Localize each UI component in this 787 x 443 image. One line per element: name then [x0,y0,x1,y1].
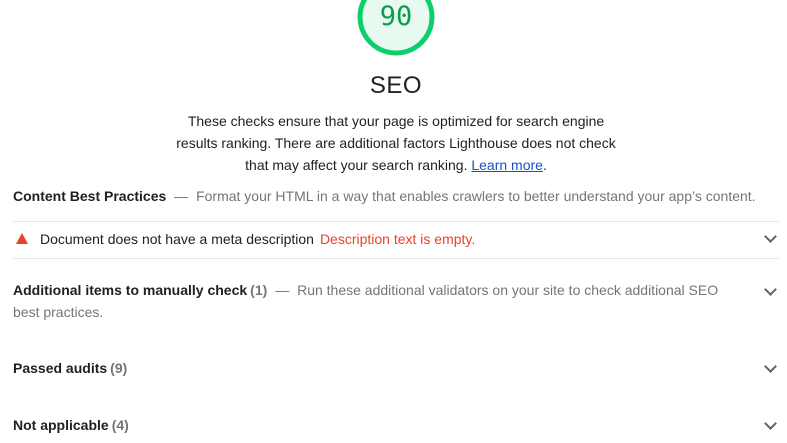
audit-title: Document does not have a meta descriptio… [40,231,475,247]
category-description: These checks ensure that your page is op… [166,110,626,176]
manual-checks-text: Additional items to manually check (1) — … [13,279,779,323]
content-best-practices-group: Content Best Practices — Format your HTM… [13,185,779,207]
group-separator: — [275,282,290,298]
group-title: Not applicable [13,417,109,433]
group-title: Additional items to manually check [13,282,248,298]
category-description-text: These checks ensure that your page is op… [176,113,616,173]
score-gauge: 90 [357,0,435,56]
learn-more-link[interactable]: Learn more [471,157,543,173]
audit-display-value: Description text is empty. [319,231,476,247]
chevron-down-icon[interactable] [764,360,777,373]
not-applicable-group[interactable]: Not applicable (4) [13,414,779,436]
group-separator: — [174,188,189,204]
group-title: Passed audits [13,360,108,376]
group-title: Content Best Practices [13,188,167,204]
group-count: (1) [250,282,268,298]
chevron-down-icon[interactable] [764,417,777,430]
learn-more-suffix: . [542,157,547,173]
group-count: (4) [111,417,129,433]
passed-audits-group[interactable]: Passed audits (9) [13,357,779,379]
manual-checks-group[interactable]: Additional items to manually check (1) — … [13,279,779,323]
chevron-down-icon[interactable] [764,230,777,243]
group-description: Format your HTML in a way that enables c… [196,188,756,204]
score-value: 90 [379,1,413,32]
group-count: (9) [110,360,128,376]
audit-meta-description[interactable]: Document does not have a meta descriptio… [13,221,779,259]
category-title: SEO [369,72,423,99]
warning-triangle-icon [16,233,28,244]
audit-title-text: Document does not have a meta descriptio… [40,231,314,247]
